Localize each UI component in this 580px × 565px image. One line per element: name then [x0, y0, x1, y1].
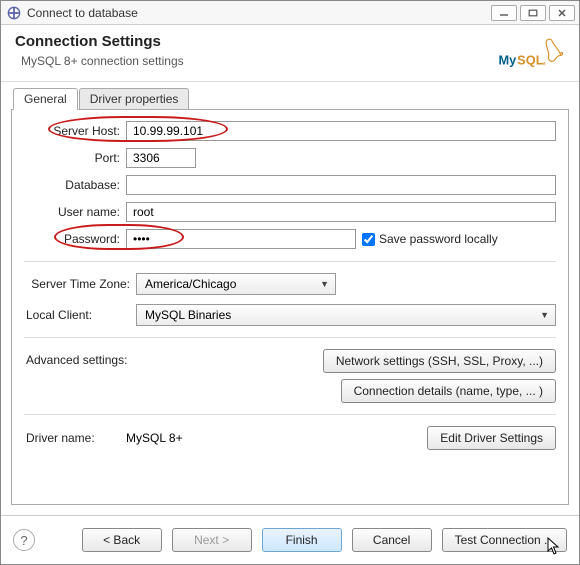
- test-connection-button[interactable]: Test Connection ...: [442, 528, 567, 552]
- chevron-down-icon: ▼: [320, 279, 329, 289]
- content-area: General Driver properties Server Host: P…: [1, 82, 579, 515]
- dialog-window: Connect to database Connection Settings …: [0, 0, 580, 565]
- connection-details-button[interactable]: Connection details (name, type, ... ): [341, 379, 556, 403]
- svg-text:SQL: SQL: [517, 53, 544, 68]
- minimize-button[interactable]: [491, 5, 517, 21]
- finish-button[interactable]: Finish: [262, 528, 342, 552]
- maximize-button[interactable]: [520, 5, 546, 21]
- timezone-value: America/Chicago: [145, 277, 236, 291]
- page-subtitle: MySQL 8+ connection settings: [21, 54, 495, 68]
- driver-name-value: MySQL 8+: [126, 431, 421, 445]
- label-username: User name:: [24, 205, 120, 219]
- tab-general[interactable]: General: [13, 88, 78, 110]
- save-password-label: Save password locally: [379, 232, 498, 246]
- tab-bar: General Driver properties: [13, 88, 569, 110]
- mysql-logo: My SQL ®: [495, 33, 565, 75]
- svg-text:®: ®: [543, 62, 546, 67]
- close-button[interactable]: [549, 5, 575, 21]
- titlebar: Connect to database: [1, 1, 579, 25]
- back-button[interactable]: < Back: [82, 528, 162, 552]
- tab-driver-properties[interactable]: Driver properties: [79, 88, 190, 110]
- local-client-value: MySQL Binaries: [145, 308, 231, 322]
- label-local-client: Local Client:: [24, 308, 130, 322]
- label-port: Port:: [24, 151, 120, 165]
- edit-driver-settings-button[interactable]: Edit Driver Settings: [427, 426, 556, 450]
- svg-text:My: My: [499, 53, 518, 68]
- help-button[interactable]: ?: [13, 529, 35, 551]
- label-password: Password:: [24, 232, 120, 246]
- header: Connection Settings MySQL 8+ connection …: [1, 25, 579, 82]
- port-input[interactable]: [126, 148, 196, 168]
- footer: ? < Back Next > Finish Cancel Test Conne…: [1, 515, 579, 564]
- app-icon: [7, 6, 21, 20]
- label-timezone: Server Time Zone:: [24, 277, 130, 291]
- page-title: Connection Settings: [15, 33, 495, 50]
- label-driver-name: Driver name:: [24, 431, 120, 445]
- timezone-select[interactable]: America/Chicago ▼: [136, 273, 336, 295]
- save-password-check-input[interactable]: [362, 233, 375, 246]
- next-button[interactable]: Next >: [172, 528, 252, 552]
- label-advanced: Advanced settings:: [24, 349, 134, 367]
- separator: [24, 414, 556, 415]
- username-input[interactable]: [126, 202, 556, 222]
- separator: [24, 337, 556, 338]
- chevron-down-icon: ▼: [540, 310, 549, 320]
- save-password-checkbox[interactable]: Save password locally: [362, 232, 498, 246]
- database-input[interactable]: [126, 175, 556, 195]
- separator: [24, 261, 556, 262]
- local-client-select[interactable]: MySQL Binaries ▼: [136, 304, 556, 326]
- password-input[interactable]: [126, 229, 356, 249]
- network-settings-button[interactable]: Network settings (SSH, SSL, Proxy, ...): [323, 349, 556, 373]
- window-title: Connect to database: [27, 6, 488, 20]
- label-database: Database:: [24, 178, 120, 192]
- label-server-host: Server Host:: [24, 124, 120, 138]
- cancel-button[interactable]: Cancel: [352, 528, 432, 552]
- tab-panel-general: Server Host: Port: Database: User name: …: [11, 109, 569, 505]
- server-host-input[interactable]: [126, 121, 556, 141]
